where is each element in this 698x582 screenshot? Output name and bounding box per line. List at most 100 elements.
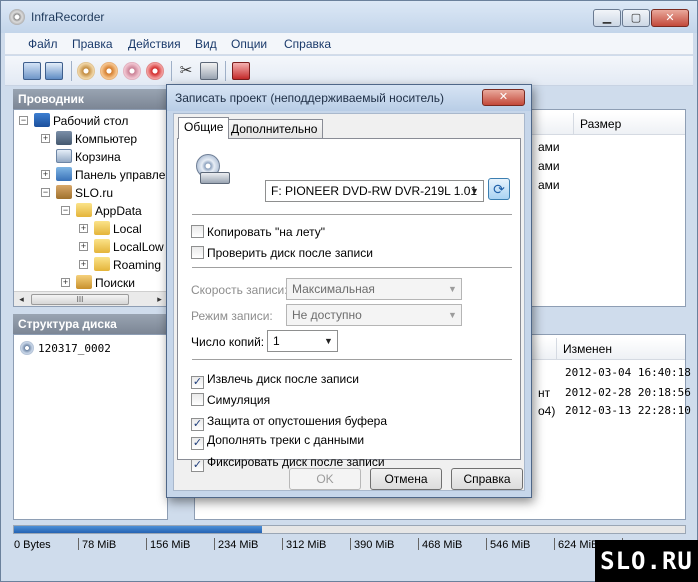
checkbox-label: Симуляция (207, 393, 271, 407)
exit-icon[interactable] (232, 62, 250, 80)
menu-options[interactable]: Опции (231, 37, 267, 51)
tree-item-computer[interactable]: Компьютер (56, 131, 137, 149)
menu-actions[interactable]: Действия (128, 37, 181, 51)
project-list-name[interactable]: o4) (538, 404, 555, 418)
expand-icon[interactable]: + (79, 260, 88, 269)
menu-edit[interactable]: Правка (72, 37, 113, 51)
project-list-name[interactable]: нт (538, 386, 550, 400)
scale-tick (418, 538, 419, 550)
checkbox-box[interactable]: ✓ (191, 459, 204, 472)
tree-item-user[interactable]: SLO.ru (56, 185, 113, 203)
tree-item-locallow[interactable]: LocalLow (94, 239, 164, 257)
checkbox-box[interactable]: ✓ (191, 376, 204, 389)
checkbox-label: Дополнять треки с данными (207, 433, 365, 447)
collapse-icon[interactable]: − (61, 206, 70, 215)
ok-button[interactable]: OK (289, 468, 361, 490)
disk-root-item[interactable]: 120317_0002 (20, 341, 111, 355)
menu-help[interactable]: Справка (284, 37, 331, 51)
open-project-icon[interactable] (45, 62, 63, 80)
pad-data-tracks-checkbox[interactable]: ✓ Дополнять треки с данными (191, 433, 364, 450)
column-header-modified[interactable]: Изменен (556, 338, 685, 360)
erase-disc-icon[interactable] (146, 62, 164, 80)
expand-icon[interactable]: + (79, 224, 88, 233)
collapse-icon[interactable]: − (19, 116, 28, 125)
eject-disc-checkbox[interactable]: ✓ Извлечь диск после записи (191, 372, 359, 389)
scale-label: 468 MiB (422, 539, 463, 551)
simulation-checkbox[interactable]: Симуляция (191, 393, 270, 407)
cancel-button[interactable]: Отмена (370, 468, 442, 490)
folder-icon (94, 221, 110, 235)
file-list-row[interactable]: ами (538, 178, 560, 192)
menu-bar: Файл Правка Действия Вид Опции Справка (5, 33, 693, 55)
dialog-title-bar[interactable]: Записать проект (неподдерживаемый носите… (167, 85, 531, 111)
tree-item-label: SLO.ru (75, 186, 114, 200)
tree-item-roaming[interactable]: Roaming (94, 257, 161, 275)
write-mode-value: Не доступно (292, 308, 362, 322)
maximize-button[interactable]: ▢ (622, 9, 650, 27)
copy-disc-icon[interactable] (100, 62, 118, 80)
buffer-underrun-checkbox[interactable]: ✓ Защита от опустошения буфера (191, 414, 387, 431)
explorer-tree[interactable]: − Рабочий стол + Компьютер Корзина + Пан… (13, 109, 168, 307)
minimize-button[interactable]: ▁ (593, 9, 621, 27)
burn-image-icon[interactable] (77, 62, 95, 80)
tree-item-desktop[interactable]: Рабочий стол (34, 113, 128, 131)
scale-label: 624 MiB (558, 539, 599, 551)
copies-select[interactable]: 1 ▼ (267, 330, 338, 352)
expand-icon[interactable]: + (61, 278, 70, 287)
app-disc-icon (9, 9, 25, 25)
title-bar[interactable]: InfraRecorder ▁ ▢ ✕ (1, 1, 697, 33)
tree-item-appdata[interactable]: AppData (76, 203, 142, 221)
scroll-thumb[interactable]: III (31, 294, 129, 305)
drive-icon[interactable] (200, 62, 218, 80)
file-list-row[interactable]: ами (538, 140, 560, 154)
copies-value: 1 (273, 334, 280, 348)
checkbox-box[interactable] (191, 393, 204, 406)
column-header-size[interactable]: Размер (573, 113, 685, 135)
dialog-body: Общие Дополнительно F: PIONEER DVD-RW DV… (173, 113, 525, 491)
disc-capacity-fill (14, 526, 263, 533)
tree-item-label: Roaming (113, 258, 162, 272)
tab-advanced[interactable]: Дополнительно (225, 119, 324, 139)
tracks-icon[interactable] (123, 62, 141, 80)
explorer-hscrollbar[interactable]: ◂ III ▸ (14, 291, 167, 306)
cd-drive-icon (196, 154, 230, 188)
refresh-drives-button[interactable]: ⟳ (488, 178, 510, 200)
help-button[interactable]: Справка (451, 468, 523, 490)
tree-item-local[interactable]: Local (94, 221, 142, 239)
expand-icon[interactable]: + (41, 134, 50, 143)
close-window-button[interactable]: ✕ (651, 9, 689, 27)
expand-icon[interactable]: + (41, 170, 50, 179)
tree-item-label: Панель управле (75, 168, 166, 182)
scale-tick (78, 538, 79, 550)
tab-general[interactable]: Общие (178, 117, 230, 139)
tree-item-control-panel[interactable]: Панель управле (56, 167, 165, 185)
checkbox-box[interactable]: ✓ (191, 418, 204, 431)
disk-structure-tree[interactable]: 120317_0002 (13, 334, 168, 520)
expand-icon[interactable]: + (79, 242, 88, 251)
checkbox-box[interactable] (191, 225, 204, 238)
menu-view[interactable]: Вид (195, 37, 217, 51)
cut-icon[interactable]: ✂ (177, 62, 195, 80)
project-list-modified[interactable]: 2012-03-13 22:28:10 (565, 404, 691, 417)
verify-disc-checkbox[interactable]: Проверить диск после записи (191, 246, 373, 260)
write-speed-select[interactable]: Максимальная ▼ (286, 278, 462, 300)
drive-select[interactable]: F: PIONEER DVD-RW DVR-219L 1.01 ▼ (265, 180, 484, 202)
file-list-row[interactable]: ами (538, 159, 560, 173)
tree-item-label: Local (113, 222, 142, 236)
checkbox-box[interactable] (191, 246, 204, 259)
tree-item-recycle-bin[interactable]: Корзина (56, 149, 121, 167)
collapse-icon[interactable]: − (41, 188, 50, 197)
on-the-fly-checkbox[interactable]: Копировать "на лету" (191, 225, 325, 239)
project-list-modified[interactable]: 2012-02-28 20:18:56 (565, 386, 691, 399)
write-mode-select[interactable]: Не доступно ▼ (286, 304, 462, 326)
menu-file[interactable]: Файл (28, 37, 58, 51)
project-list-modified[interactable]: 2012-03-04 16:40:18 (565, 366, 691, 379)
scroll-left-icon[interactable]: ◂ (15, 293, 28, 306)
scroll-right-icon[interactable]: ▸ (153, 293, 166, 306)
chevron-down-icon: ▼ (448, 284, 457, 294)
disk-root-label: 120317_0002 (38, 342, 111, 355)
checkbox-box[interactable]: ✓ (191, 437, 204, 450)
dialog-close-button[interactable]: ✕ (482, 89, 525, 106)
folder-icon (94, 239, 110, 253)
new-project-icon[interactable] (23, 62, 41, 80)
